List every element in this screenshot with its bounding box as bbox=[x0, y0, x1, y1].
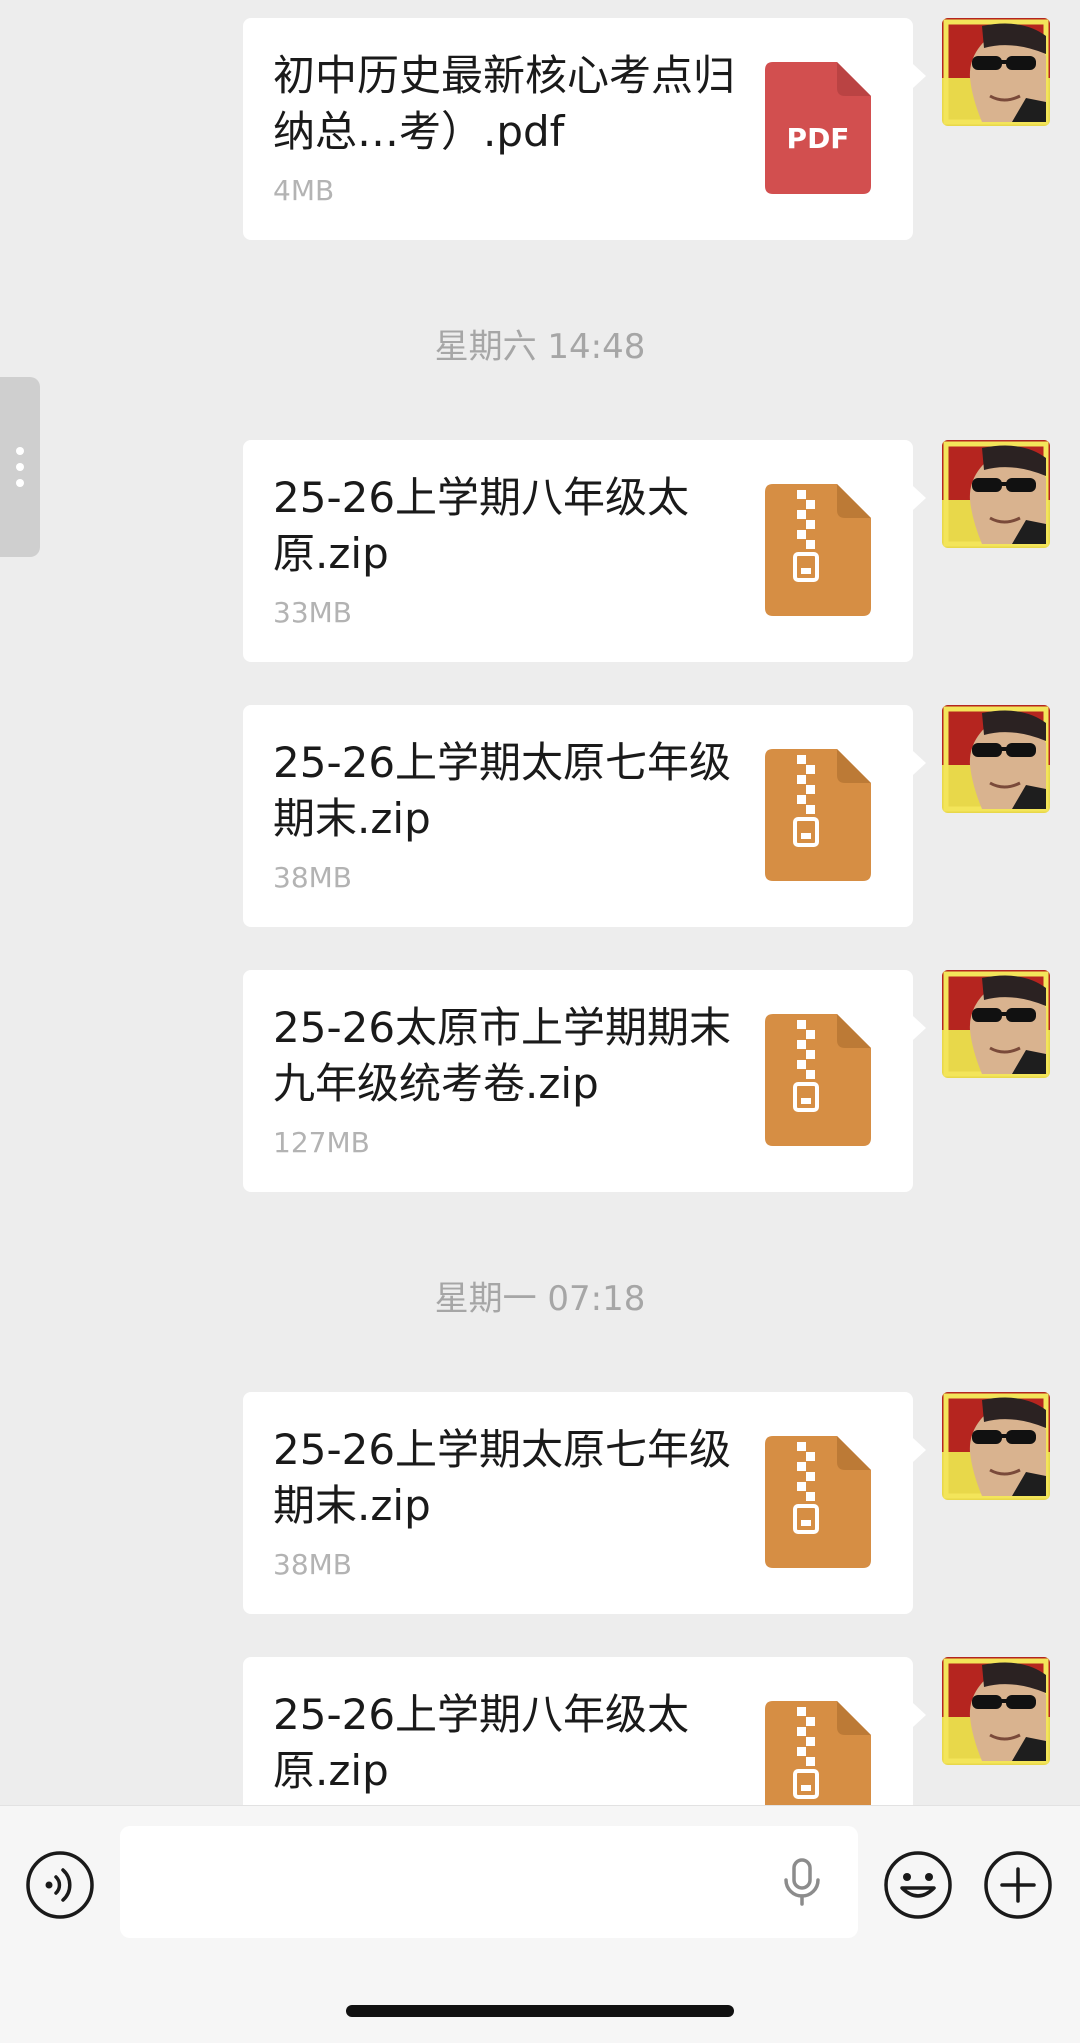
more-actions-button[interactable] bbox=[983, 1850, 1053, 1920]
zip-file-icon bbox=[765, 1436, 871, 1568]
pdf-icon-label: PDF bbox=[787, 122, 850, 155]
file-message-bubble[interactable]: 25-26上学期太原七年级期末.zip 38MB bbox=[243, 705, 926, 927]
voice-mode-button[interactable] bbox=[25, 1850, 95, 1920]
avatar[interactable] bbox=[942, 18, 1050, 126]
emoji-icon bbox=[884, 1851, 952, 1919]
file-size: 38MB bbox=[273, 861, 352, 894]
file-name: 25-26上学期太原七年级期末.zip bbox=[273, 738, 732, 843]
message-row: 25-26上学期太原七年级期末.zip 38MB bbox=[0, 705, 1080, 927]
file-name: 25-26上学期太原七年级期末.zip bbox=[273, 1425, 732, 1530]
avatar[interactable] bbox=[942, 1657, 1050, 1765]
chat-message-list[interactable]: 初中历史最新核心考点归纳总…考）.pdf 4MB PDF 星期六 14:48 25-… bbox=[0, 0, 1080, 1879]
message-input[interactable] bbox=[120, 1826, 858, 1938]
handle-dot bbox=[16, 447, 24, 455]
avatar[interactable] bbox=[942, 970, 1050, 1078]
message-row: 25-26上学期太原七年级期末.zip 38MB bbox=[0, 1392, 1080, 1614]
zip-file-icon bbox=[765, 749, 871, 881]
file-name: 初中历史最新核心考点归纳总…考）.pdf bbox=[273, 51, 736, 156]
avatar[interactable] bbox=[942, 440, 1050, 548]
message-row: 初中历史最新核心考点归纳总…考）.pdf 4MB PDF bbox=[0, 18, 1080, 240]
file-name: 25-26太原市上学期期末九年级统考卷.zip bbox=[273, 1003, 732, 1108]
file-message-bubble[interactable]: 初中历史最新核心考点归纳总…考）.pdf 4MB PDF bbox=[243, 18, 926, 240]
microphone-button[interactable] bbox=[780, 1858, 824, 1906]
file-size: 38MB bbox=[273, 1548, 352, 1581]
emoji-button[interactable] bbox=[883, 1850, 953, 1920]
microphone-icon bbox=[784, 1858, 820, 1906]
handle-dot bbox=[16, 479, 24, 487]
handle-dot bbox=[16, 463, 24, 471]
voice-mode-icon bbox=[26, 1851, 94, 1919]
file-size: 33MB bbox=[273, 596, 352, 629]
file-size: 127MB bbox=[273, 1126, 370, 1159]
file-size: 4MB bbox=[273, 174, 335, 207]
file-message-bubble[interactable]: 25-26上学期太原七年级期末.zip 38MB bbox=[243, 1392, 926, 1614]
file-message-bubble[interactable]: 25-26上学期八年级太原.zip 33MB bbox=[243, 440, 926, 662]
side-drawer-handle[interactable] bbox=[0, 377, 40, 557]
zip-file-icon bbox=[765, 484, 871, 616]
file-name: 25-26上学期八年级太原.zip bbox=[273, 1690, 690, 1795]
message-row: 25-26上学期八年级太原.zip 33MB bbox=[0, 440, 1080, 662]
file-name: 25-26上学期八年级太原.zip bbox=[273, 473, 690, 578]
home-indicator[interactable] bbox=[346, 2005, 734, 2017]
file-message-bubble[interactable]: 25-26太原市上学期期末九年级统考卷.zip 127MB bbox=[243, 970, 926, 1192]
timestamp: 星期六 14:48 bbox=[434, 327, 646, 367]
zip-file-icon bbox=[765, 1014, 871, 1146]
pdf-file-icon: PDF bbox=[765, 62, 871, 194]
avatar[interactable] bbox=[942, 1392, 1050, 1500]
avatar[interactable] bbox=[942, 705, 1050, 813]
timestamp: 星期一 07:18 bbox=[434, 1279, 646, 1319]
plus-icon bbox=[984, 1851, 1052, 1919]
message-row: 25-26太原市上学期期末九年级统考卷.zip 127MB bbox=[0, 970, 1080, 1192]
